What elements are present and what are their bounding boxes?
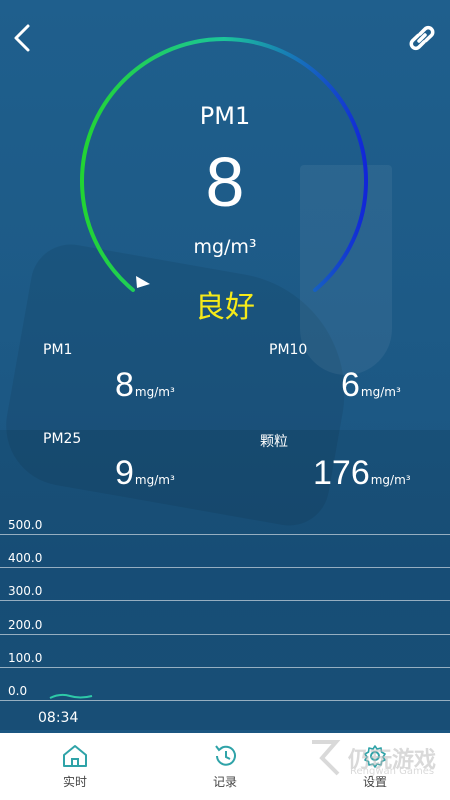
y-tick-label: 300.0 (8, 584, 43, 598)
reading-pm25-number: 9 (115, 454, 134, 492)
watermark: 仍玩游戏 Rengwan Games (308, 738, 436, 778)
watermark-subtext: Rengwan Games (349, 766, 435, 777)
reading-pm25-unit: mg/m³ (134, 473, 175, 487)
reading-pm25-label: PM25 (43, 431, 82, 447)
y-tick-label: 0.0 (8, 684, 28, 698)
gauge-value: 8 (205, 143, 245, 221)
reading-particles-unit: mg/m³ (370, 473, 411, 487)
link-icon (409, 25, 435, 51)
reading-particles-value: 176 mg/m³ (313, 454, 411, 493)
reading-pm10-label: PM10 (269, 342, 308, 358)
grid-line (0, 534, 450, 535)
reading-pm10-number: 6 (341, 366, 360, 404)
reading-particles-number: 176 (313, 454, 370, 492)
grid-line (0, 634, 450, 635)
chevron-left-icon (14, 24, 30, 52)
back-button[interactable] (4, 20, 40, 56)
grid-line (0, 667, 450, 668)
nav-realtime-label: 实时 (62, 775, 87, 789)
history-series-line (49, 693, 93, 699)
air-quality-status: 良好 (195, 290, 255, 325)
y-tick-label: 500.0 (8, 518, 43, 532)
reading-pm1-value: 8 mg/m³ (115, 366, 175, 405)
reading-pm25-value: 9 mg/m³ (115, 454, 175, 493)
history-icon (215, 745, 236, 766)
home-icon (63, 745, 87, 767)
reading-pm1-number: 8 (115, 366, 134, 404)
watermark-logo-icon (311, 740, 341, 776)
y-tick-label: 100.0 (8, 651, 43, 665)
gauge-pollutant-label: PM1 (199, 102, 251, 130)
y-tick-label: 400.0 (8, 551, 43, 565)
reading-pm10-value: 6 mg/m³ (341, 366, 401, 405)
link-button[interactable] (404, 20, 440, 56)
reading-pm1-label: PM1 (43, 342, 73, 358)
nav-history[interactable]: 记录 (150, 733, 300, 800)
reading-pm10-unit: mg/m³ (360, 385, 401, 399)
gauge-unit: mg/m³ (193, 236, 257, 258)
app-screen: PM1 8 mg/m³ 良好 PM1 8 mg/m³ PM10 6 mg/m³ … (0, 0, 450, 800)
y-tick-label: 200.0 (8, 618, 43, 632)
x-time-label: 08:34 (38, 710, 79, 726)
grid-line (0, 567, 450, 568)
nav-history-label: 记录 (212, 775, 237, 789)
reading-particles-label: 颗粒 (260, 434, 288, 450)
nav-realtime[interactable]: 实时 (0, 733, 150, 800)
grid-line (0, 600, 450, 601)
reading-pm1-unit: mg/m³ (134, 385, 175, 399)
